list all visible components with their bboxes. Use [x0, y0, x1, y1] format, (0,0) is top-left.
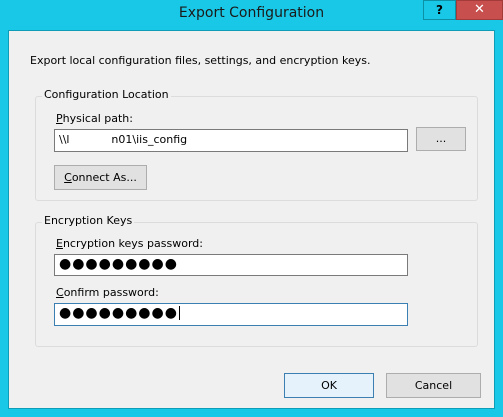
confirm-password-input[interactable]: ●●●●●●●●●: [54, 303, 408, 326]
browse-button[interactable]: ...: [416, 127, 466, 151]
export-configuration-dialog: Export Configuration ? ✕ Export local co…: [0, 0, 503, 417]
encryption-password-input[interactable]: ●●●●●●●●●: [54, 254, 408, 276]
title-bar[interactable]: Export Configuration ? ✕: [0, 0, 503, 30]
ok-button[interactable]: OK: [284, 373, 374, 398]
physical-path-label-text: hysical path:: [62, 112, 133, 125]
connect-as-label: onnect As...: [71, 170, 137, 184]
close-button[interactable]: ✕: [456, 0, 503, 20]
encryption-password-label: Encryption keys password:: [56, 237, 203, 250]
connect-as-accelerator: C: [64, 170, 72, 184]
connect-as-button[interactable]: Connect As...: [54, 165, 147, 190]
help-button[interactable]: ?: [423, 0, 456, 20]
encryption-password-label-text: ncryption keys password:: [62, 237, 203, 250]
confirm-password-label-text: onfirm password:: [63, 286, 159, 299]
text-caret: [178, 306, 180, 320]
encryption-keys-title: Encryption Keys: [42, 214, 135, 227]
physical-path-label: Physical path:: [56, 112, 133, 125]
confirm-password-value: ●●●●●●●●●: [59, 305, 178, 321]
encryption-password-label-accelerator: E: [56, 237, 63, 250]
description-text: Export local configuration files, settin…: [30, 54, 371, 67]
physical-path-label-accelerator: P: [56, 112, 63, 125]
physical-path-input[interactable]: \\l n01\iis_config: [54, 129, 408, 152]
confirm-password-label: Confirm password:: [56, 286, 159, 299]
configuration-location-title: Configuration Location: [42, 88, 171, 101]
confirm-password-label-accelerator: C: [56, 286, 64, 299]
cancel-button[interactable]: Cancel: [386, 373, 481, 398]
close-icon: ✕: [474, 2, 485, 17]
